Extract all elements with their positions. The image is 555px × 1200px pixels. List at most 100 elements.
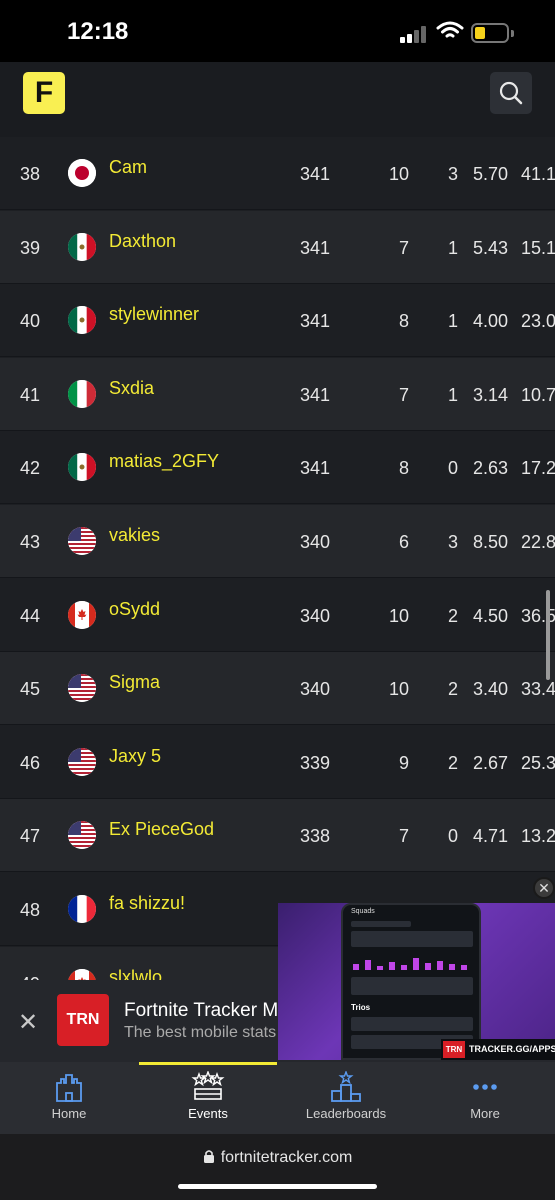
fortnite-tracker-logo[interactable]: F: [23, 72, 65, 114]
rank: 44: [20, 605, 41, 626]
points-value: 341: [300, 237, 331, 258]
nav-home-label: Home: [51, 1106, 87, 1121]
stars-podium-icon: [139, 1071, 277, 1103]
castle-icon: [0, 1071, 138, 1103]
player-name-link[interactable]: Jaxy 5: [109, 746, 161, 767]
kd-value: 8.50: [473, 532, 509, 552]
video-section-title: Trios: [351, 1003, 371, 1012]
avg-place-value: 25.3: [521, 752, 555, 773]
avg-place-value: 17.2: [521, 458, 555, 479]
table-row[interactable]: 42 matias_2GFY 341 8 0 2.63 17.2: [0, 431, 555, 505]
player-name-link[interactable]: Sxdia: [109, 378, 154, 399]
table-row[interactable]: 40 stylewinner 341 8 1 4.00 23.0: [0, 284, 555, 358]
table-row[interactable]: 45 Sigma 340 10 2 3.40 33.4: [0, 652, 555, 726]
podium-icon: [277, 1071, 415, 1103]
wifi-icon: [436, 21, 464, 38]
rank: 41: [20, 384, 41, 405]
matches-value: 7: [398, 826, 409, 847]
canada-flag-icon: [68, 968, 96, 980]
nav-events[interactable]: Events: [139, 1062, 277, 1134]
rank: 39: [20, 237, 41, 258]
avg-place-value: 13.2: [521, 826, 555, 847]
table-row[interactable]: 44 oSydd 340 10 2 4.50 36.5: [0, 579, 555, 652]
rank: 46: [20, 752, 41, 773]
avg-place-value: 33.4: [521, 679, 555, 700]
rank: 48: [20, 900, 41, 920]
kd-value: 4.00: [473, 311, 509, 332]
canada-flag-icon: [68, 600, 96, 629]
signal-icon: [400, 25, 428, 43]
ad-subtitle: The best mobile stats: [124, 1024, 277, 1041]
avg-place-value: 22.8: [521, 532, 555, 552]
player-name-link[interactable]: matias_2GFY: [109, 451, 219, 472]
nav-events-label: Events: [188, 1106, 228, 1121]
player-name-link[interactable]: stylewinner: [109, 304, 199, 325]
video-close-button[interactable]: ✕: [533, 877, 555, 899]
points-value: 338: [300, 826, 331, 847]
matches-value: 6: [398, 532, 409, 552]
player-name-link[interactable]: oSydd: [109, 599, 160, 620]
matches-value: 10: [388, 605, 409, 626]
kd-value: 4.71: [473, 826, 509, 847]
points-value: 340: [300, 532, 331, 552]
player-name-link[interactable]: fa shizzu!: [109, 893, 185, 914]
video-url: TRACKER.GG/APPS: [469, 1044, 555, 1054]
table-row[interactable]: 43 vakies 340 6 3 8.50 22.8: [0, 505, 555, 578]
ad-title: Fortnite Tracker Mo: [124, 1000, 289, 1021]
table-row[interactable]: 47 Ex PieceGod 338 7 0 4.71 13.2: [0, 799, 555, 873]
mexico-flag-icon: [68, 232, 96, 261]
table-row[interactable]: 46 Jaxy 5 339 9 2 2.67 25.3: [0, 726, 555, 799]
avg-place-value: 23.0: [521, 311, 555, 332]
trn-logo: TRN: [57, 994, 109, 1046]
player-name-link[interactable]: Ex PieceGod: [109, 819, 214, 840]
wins-value: 0: [447, 458, 458, 479]
matches-value: 10: [388, 679, 409, 700]
player-name-link[interactable]: Sigma: [109, 672, 160, 693]
video-ad[interactable]: Squads Trios TRN TRACKER.GG/APPS: [278, 903, 555, 1060]
player-name-link[interactable]: Daxthon: [109, 231, 176, 252]
wins-value: 2: [447, 605, 458, 626]
ad-close-button[interactable]: ✕: [18, 1008, 38, 1037]
matches-value: 10: [388, 164, 409, 184]
nav-more[interactable]: More: [416, 1062, 554, 1134]
rank: 40: [20, 311, 41, 332]
status-bar: 12:18: [0, 0, 555, 62]
player-name-link[interactable]: Cam: [109, 157, 147, 178]
avg-place-value: 15.1: [521, 237, 555, 258]
url-text: fortnitetracker.com: [0, 1149, 555, 1167]
table-row[interactable]: 38 Cam 341 10 3 5.70 41.1: [0, 137, 555, 210]
avg-place-value: 41.1: [521, 164, 555, 184]
avg-place-value: 10.7: [521, 384, 555, 405]
wins-value: 3: [447, 532, 458, 552]
rank: 43: [20, 532, 41, 552]
video-screen-title: Squads: [351, 908, 375, 915]
battery-icon: [471, 23, 509, 43]
table-row[interactable]: 41 Sxdia 341 7 1 3.14 10.7: [0, 357, 555, 431]
usa-flag-icon: [68, 821, 96, 850]
nav-home[interactable]: Home: [0, 1062, 138, 1134]
url-label: fortnitetracker.com: [220, 1149, 353, 1166]
points-value: 340: [300, 605, 331, 626]
matches-value: 8: [398, 311, 409, 332]
leaderboard-table: 38 Cam 341 10 3 5.70 41.1 39 Daxthon 341…: [0, 137, 555, 980]
browser-url-bar[interactable]: fortnitetracker.com: [0, 1134, 555, 1200]
usa-flag-icon: [68, 527, 96, 555]
matches-value: 9: [398, 752, 409, 773]
kd-value: 2.63: [473, 458, 509, 479]
status-time: 12:18: [67, 18, 129, 45]
rank: 38: [20, 164, 41, 184]
points-value: 341: [300, 164, 331, 184]
table-row[interactable]: 39 Daxthon 341 7 1 5.43 15.1: [0, 210, 555, 284]
wins-value: 3: [447, 164, 458, 184]
player-name-link[interactable]: slxlwlo: [109, 967, 162, 980]
search-button[interactable]: [490, 72, 532, 114]
italy-flag-icon: [68, 379, 96, 408]
lock-icon: [203, 1150, 214, 1163]
mexico-flag-icon: [68, 306, 96, 335]
scrollbar[interactable]: [546, 590, 550, 680]
player-name-link[interactable]: vakies: [109, 525, 160, 546]
matches-value: 8: [398, 458, 409, 479]
bottom-nav: Home Events Leaderboards More: [0, 1062, 555, 1134]
nav-leaderboards[interactable]: Leaderboards: [277, 1062, 415, 1134]
rank: 45: [20, 679, 41, 700]
